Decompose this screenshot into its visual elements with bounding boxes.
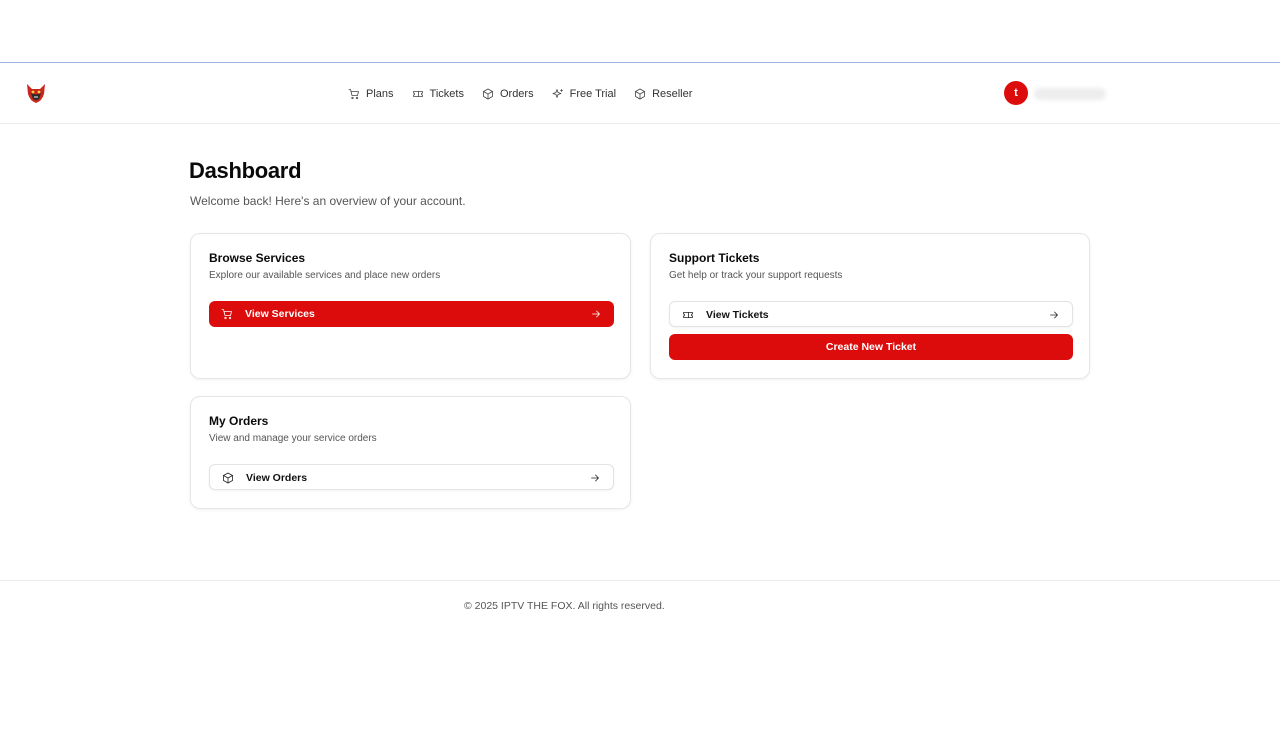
fox-logo-icon[interactable] (24, 81, 48, 105)
nav-reseller[interactable]: Reseller (634, 88, 692, 100)
nav-orders[interactable]: Orders (482, 88, 534, 100)
create-new-ticket-button[interactable]: Create New Ticket (669, 334, 1073, 360)
page-subtitle: Welcome back! Here's an overview of your… (190, 194, 466, 208)
nav-free-trial-label: Free Trial (569, 88, 617, 100)
arrow-right-icon (1048, 309, 1060, 321)
my-orders-card: My Orders View and manage your service o… (190, 396, 631, 509)
package-icon (222, 472, 234, 484)
view-tickets-button[interactable]: View Tickets (669, 301, 1073, 327)
user-name-redacted[interactable] (1034, 88, 1106, 100)
site-header: Plans Tickets Orders Free Trial Reseller… (0, 64, 1280, 124)
view-tickets-label: View Tickets (706, 309, 769, 321)
support-tickets-card: Support Tickets Get help or track your s… (650, 233, 1090, 379)
browse-services-description: Explore our available services and place… (209, 270, 441, 281)
support-tickets-description: Get help or track your support requests (669, 270, 843, 281)
nav-reseller-label: Reseller (652, 88, 693, 100)
arrow-right-icon (589, 472, 601, 484)
nav-plans[interactable]: Plans (348, 88, 394, 100)
view-orders-button[interactable]: View Orders (209, 464, 614, 490)
ticket-icon (412, 91, 423, 97)
cart-icon (221, 308, 233, 320)
nav-plans-label: Plans (366, 88, 394, 100)
view-services-label: View Services (245, 308, 315, 320)
ticket-icon (682, 309, 694, 321)
view-orders-label: View Orders (246, 472, 308, 484)
my-orders-title: My Orders (209, 414, 269, 428)
main-nav: Plans Tickets Orders Free Trial Reseller (348, 64, 692, 124)
sparkles-icon (552, 89, 563, 98)
my-orders-description: View and manage your service orders (209, 433, 377, 444)
nav-tickets[interactable]: Tickets (412, 88, 464, 100)
browse-services-card: Browse Services Explore our available se… (190, 233, 631, 379)
site-footer: © 2025 IPTV THE FOX. All rights reserved… (0, 580, 1280, 740)
nav-free-trial[interactable]: Free Trial (552, 88, 616, 100)
support-tickets-title: Support Tickets (669, 251, 760, 265)
browser-top-band (0, 0, 1280, 63)
copyright-text: © 2025 IPTV THE FOX. All rights reserved… (464, 600, 665, 612)
cart-icon (348, 89, 359, 100)
package-icon (483, 88, 493, 100)
user-avatar[interactable]: t (1004, 81, 1028, 105)
nav-orders-label: Orders (499, 88, 534, 100)
arrow-right-icon (590, 308, 602, 320)
package-icon (635, 88, 645, 100)
view-services-button[interactable]: View Services (209, 301, 614, 327)
nav-tickets-label: Tickets (429, 88, 464, 100)
browse-services-title: Browse Services (209, 251, 306, 265)
page-title: Dashboard (189, 158, 302, 183)
